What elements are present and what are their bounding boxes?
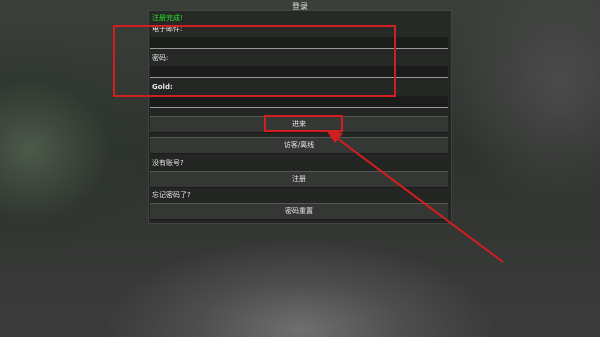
annotation-arrow	[326, 130, 504, 263]
arrow-shaft	[333, 135, 504, 263]
